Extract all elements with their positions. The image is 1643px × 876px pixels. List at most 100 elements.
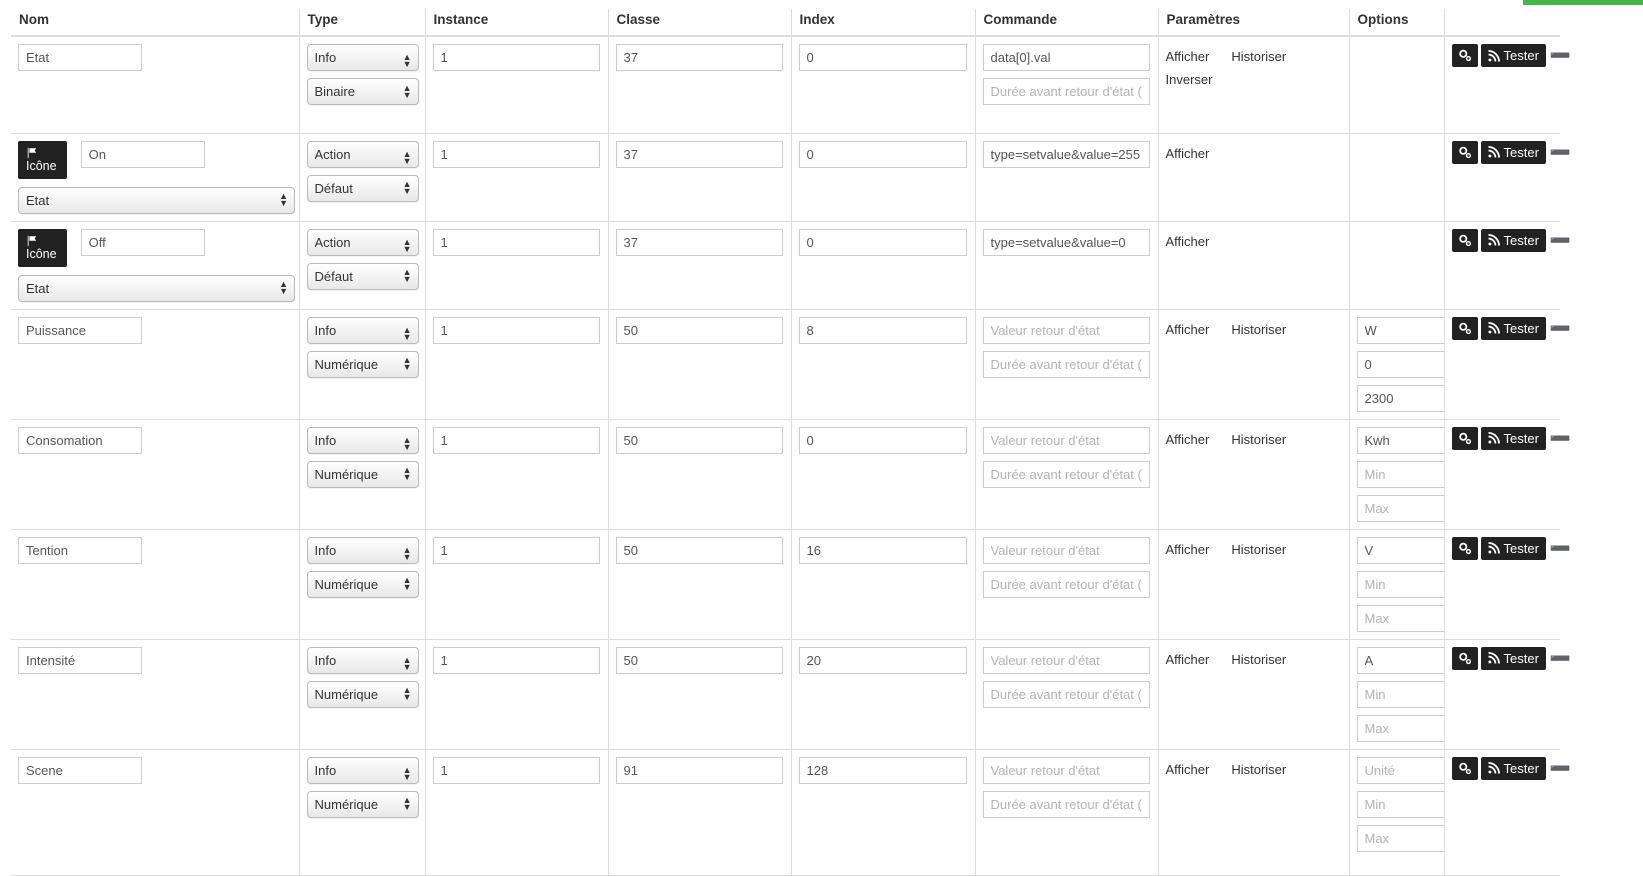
command-subtype-select-wrap[interactable]: Numérique ▲ ▼ [306,790,419,818]
param-afficher[interactable]: Afficher [1166,144,1210,163]
index-input[interactable] [798,140,967,168]
command-type-select[interactable]: Action [306,140,419,168]
option-max-input[interactable] [1356,714,1447,742]
option-min-input[interactable] [1356,680,1447,708]
command-duration-input[interactable] [982,460,1150,488]
test-button[interactable]: Tester [1480,646,1546,670]
command-name-input[interactable] [18,756,142,784]
command-subtype-select-wrap[interactable]: Défaut ▲ ▼ [306,174,419,202]
command-type-select-wrap[interactable]: Action ▲ ▼ [306,228,419,263]
command-duration-input[interactable] [982,680,1150,708]
command-subtype-select-wrap[interactable]: Numérique ▲ ▼ [306,460,419,488]
command-name-input[interactable] [18,646,142,674]
command-subtype-select-wrap[interactable]: Numérique ▲ ▼ [306,680,419,708]
configure-button[interactable] [1451,228,1478,252]
classe-input[interactable] [615,646,783,674]
test-button[interactable]: Tester [1480,44,1546,67]
classe-input[interactable] [615,536,783,564]
param-historiser[interactable]: Historiser [1231,760,1286,779]
option-min-input[interactable] [1356,460,1447,488]
command-subtype-select[interactable]: Défaut [306,174,419,202]
configure-button[interactable] [1451,646,1478,670]
command-duration-input[interactable] [982,78,1150,105]
index-input[interactable] [798,536,967,564]
remove-command-button[interactable]: ➖ [1550,44,1571,67]
command-subtype-select[interactable]: Numérique [306,680,419,708]
command-subtype-select[interactable]: Numérique [306,790,419,818]
instance-input[interactable] [432,536,600,564]
classe-input[interactable] [615,140,783,168]
configure-button[interactable] [1451,756,1478,780]
option-min-input[interactable] [1356,350,1447,378]
command-subtype-select[interactable]: Défaut [306,262,419,290]
command-type-select-wrap[interactable]: Info ▲ ▼ [306,536,419,571]
command-type-select[interactable]: Action [306,228,419,256]
param-historiser[interactable]: Historiser [1231,47,1286,66]
command-type-select-wrap[interactable]: Action ▲ ▼ [306,140,419,175]
index-input[interactable] [798,756,967,784]
test-button[interactable]: Tester [1480,316,1546,340]
command-name-input[interactable] [18,536,142,564]
command-value-input[interactable] [982,316,1150,344]
option-unit-input[interactable] [1356,536,1447,564]
option-unit-input[interactable] [1356,316,1447,344]
index-input[interactable] [798,316,967,344]
command-value-input[interactable] [982,426,1150,454]
command-value-input[interactable] [982,536,1150,564]
command-value-input[interactable] [982,646,1150,674]
classe-input[interactable] [615,228,783,256]
remove-command-button[interactable]: ➖ [1550,229,1571,252]
icon-badge[interactable]: Icône [18,228,67,267]
command-subtype-select[interactable]: Binaire [306,78,419,105]
instance-input[interactable] [432,140,600,168]
option-unit-input[interactable] [1356,756,1447,784]
command-value-input[interactable] [982,756,1150,784]
command-type-select-wrap[interactable]: Info ▲ ▼ [306,426,419,461]
param-afficher[interactable]: Afficher [1166,760,1210,779]
command-name-input[interactable] [18,316,142,344]
param-afficher[interactable]: Afficher [1166,650,1210,669]
instance-input[interactable] [432,426,600,454]
icon-select[interactable]: Etat [18,186,295,214]
command-duration-input[interactable] [982,350,1150,378]
classe-input[interactable] [615,756,783,784]
command-type-select-wrap[interactable]: Info ▲ ▼ [306,316,419,351]
param-inverser[interactable]: Inverser [1166,70,1213,89]
option-min-input[interactable] [1356,790,1447,818]
option-max-input[interactable] [1356,494,1447,522]
index-input[interactable] [798,228,967,256]
remove-command-button[interactable]: ➖ [1550,757,1571,780]
index-input[interactable] [798,44,967,71]
configure-button[interactable] [1451,140,1478,164]
remove-command-button[interactable]: ➖ [1550,141,1571,164]
command-subtype-select-wrap[interactable]: Numérique ▲ ▼ [306,350,419,378]
option-unit-input[interactable] [1356,426,1447,454]
configure-button[interactable] [1451,316,1478,340]
param-afficher[interactable]: Afficher [1166,232,1210,251]
test-button[interactable]: Tester [1480,536,1546,560]
instance-input[interactable] [432,316,600,344]
command-name-input[interactable] [18,44,142,71]
command-type-select-wrap[interactable]: Info ▲ ▼ [306,646,419,681]
command-value-input[interactable] [982,44,1150,71]
instance-input[interactable] [432,228,600,256]
command-type-select[interactable]: Info [306,536,419,564]
index-input[interactable] [798,646,967,674]
icon-select-wrap[interactable]: Etat ▲ ▼ [18,186,295,214]
icon-select-wrap[interactable]: Etat ▲ ▼ [18,274,295,302]
param-afficher[interactable]: Afficher [1166,430,1210,449]
index-input[interactable] [798,426,967,454]
configure-button[interactable] [1451,536,1478,560]
test-button[interactable]: Tester [1480,140,1546,164]
param-afficher[interactable]: Afficher [1166,47,1210,66]
command-name-input[interactable] [80,228,205,256]
remove-command-button[interactable]: ➖ [1550,647,1571,670]
test-button[interactable]: Tester [1480,228,1546,252]
command-duration-input[interactable] [982,570,1150,598]
command-duration-input[interactable] [982,790,1150,818]
icon-select[interactable]: Etat [18,274,295,302]
command-type-select[interactable]: Info [306,426,419,454]
command-name-input[interactable] [80,140,205,168]
instance-input[interactable] [432,646,600,674]
test-button[interactable]: Tester [1480,756,1546,780]
